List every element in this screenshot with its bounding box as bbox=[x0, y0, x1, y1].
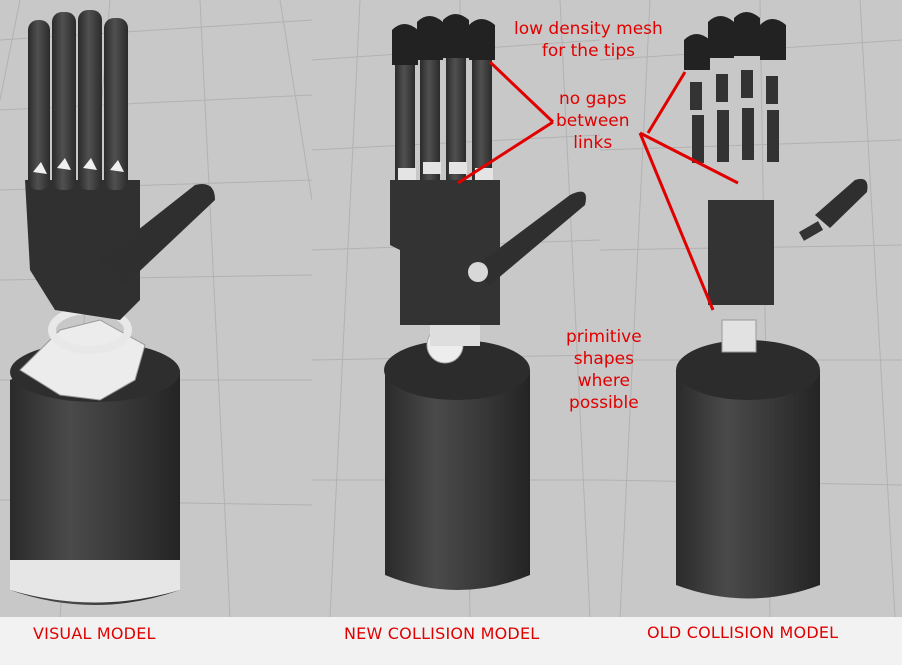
old-wrist-cube bbox=[721, 319, 757, 353]
caption-new-collision-model: NEW COLLISION MODEL bbox=[344, 624, 540, 643]
old-palm-box bbox=[708, 200, 774, 305]
visual-model-panel bbox=[0, 0, 313, 618]
visual-fingers bbox=[28, 10, 128, 190]
annotation-low-density-mesh: low density mesh for the tips bbox=[514, 19, 663, 61]
annotation-primitive-shapes: primitive shapes where possible bbox=[566, 327, 642, 413]
comparison-figure bbox=[0, 0, 902, 665]
caption-old-collision-model: OLD COLLISION MODEL bbox=[647, 623, 839, 642]
annotation-no-gaps: no gaps between links bbox=[556, 89, 630, 153]
old-base-cylinder bbox=[676, 340, 820, 599]
new-base-cylinder bbox=[384, 340, 530, 590]
caption-visual-model: VISUAL MODEL bbox=[33, 624, 156, 643]
new-palm-box bbox=[390, 180, 500, 325]
old-collision-panel bbox=[599, 0, 902, 618]
